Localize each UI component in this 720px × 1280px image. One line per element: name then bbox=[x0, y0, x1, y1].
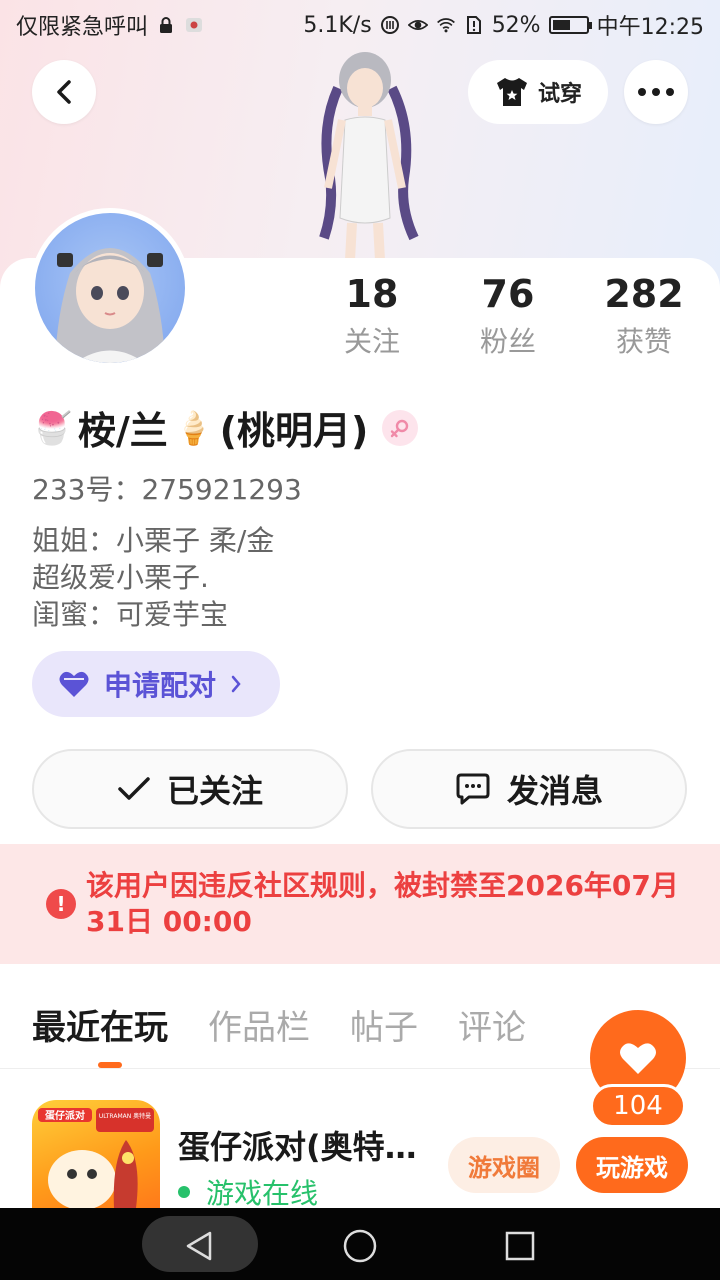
likes-count: 282 bbox=[604, 272, 684, 316]
fans-label: 粉丝 bbox=[479, 325, 536, 358]
chevron-right-icon bbox=[231, 675, 241, 693]
ice-cream-emoji: 🍦 bbox=[173, 408, 214, 447]
followed-button[interactable]: 已关注 bbox=[32, 749, 348, 829]
system-nav-bar bbox=[0, 1208, 720, 1280]
nav-home-icon[interactable] bbox=[342, 1228, 378, 1264]
stat-following[interactable]: 18 关注 bbox=[312, 268, 432, 364]
status-bar: 仅限紧急呼叫 5.1K/s 52% 中午12:25 bbox=[0, 0, 720, 50]
game-icon[interactable]: 蛋仔派对 ULTRAMAN 奥特曼 bbox=[32, 1100, 160, 1208]
send-message-label: 发消息 bbox=[506, 772, 603, 810]
avatar[interactable] bbox=[30, 208, 190, 368]
checkmark-icon bbox=[118, 777, 150, 800]
online-dot-icon bbox=[178, 1186, 190, 1198]
bio-line: 闺蜜：可爱芋宝 bbox=[32, 598, 229, 631]
followed-label: 已关注 bbox=[166, 772, 263, 810]
following-label: 关注 bbox=[343, 325, 400, 358]
carrier-text: 仅限紧急呼叫 bbox=[16, 15, 149, 40]
tab-posts[interactable]: 帖子 bbox=[350, 1000, 418, 1049]
stat-likes[interactable]: 282 获赞 bbox=[584, 268, 704, 364]
back-button[interactable] bbox=[32, 60, 96, 124]
game-title[interactable]: 蛋仔派对(奥特… bbox=[178, 1122, 438, 1168]
likes-label: 获赞 bbox=[615, 325, 672, 358]
tab-recently-played[interactable]: 最近在玩 bbox=[32, 1000, 168, 1068]
clock: 中午12:25 bbox=[596, 15, 704, 40]
bio-line: 姐姐：小栗子 柔/金 bbox=[32, 524, 275, 557]
sim-alert-icon bbox=[466, 16, 481, 34]
bio: 姐姐：小栗子 柔/金 超级爱小栗子. 闺蜜：可爱芋宝 bbox=[32, 522, 274, 633]
ban-notice-text: 该用户因违反社区规则，被封禁至2026年07月31日 00:00 bbox=[86, 869, 679, 938]
tab-comments[interactable]: 评论 bbox=[458, 1000, 526, 1049]
fans-count: 76 bbox=[481, 272, 535, 316]
profile-tabs: 最近在玩 作品栏 帖子 评论 bbox=[32, 1000, 526, 1068]
send-message-button[interactable]: 发消息 bbox=[371, 749, 687, 829]
shaved-ice-emoji: 🍧 bbox=[32, 408, 72, 447]
wifi-icon bbox=[436, 18, 455, 33]
gender-female-icon bbox=[382, 409, 419, 446]
game-circle-label: 游戏圈 bbox=[468, 1153, 540, 1182]
eye-comfort-icon bbox=[407, 20, 428, 30]
like-count-badge: 104 bbox=[590, 1084, 686, 1128]
play-game-button[interactable]: 玩游戏 bbox=[576, 1137, 688, 1193]
lock-icon bbox=[160, 17, 173, 33]
nav-back-icon[interactable] bbox=[184, 1230, 216, 1262]
request-pair-button[interactable]: 申请配对 bbox=[32, 651, 280, 717]
game-icon-image: 蛋仔派对 ULTRAMAN 奥特曼 bbox=[38, 1108, 154, 1208]
username-row: 🍧 桉/兰 🍦 (桃明月) bbox=[32, 400, 419, 455]
alert-icon: ! bbox=[46, 889, 76, 919]
more-options-button[interactable] bbox=[624, 60, 688, 124]
try-on-button[interactable]: 试穿 bbox=[468, 60, 608, 124]
bio-line: 超级爱小栗子. bbox=[32, 561, 209, 594]
more-dots-icon bbox=[638, 88, 674, 96]
svg-text:蛋仔派对: 蛋仔派对 bbox=[45, 1109, 85, 1122]
battery-icon bbox=[548, 16, 592, 34]
ban-notice-banner: ! 该用户因违反社区规则，被封禁至2026年07月31日 00:00 bbox=[0, 844, 720, 964]
game-online-status: 游戏在线 bbox=[178, 1172, 318, 1212]
username: 桉/兰 bbox=[77, 409, 168, 453]
chat-bubble-icon bbox=[456, 773, 490, 805]
character-model-image bbox=[319, 52, 419, 260]
try-on-label: 试穿 bbox=[537, 82, 582, 107]
data-saver-icon bbox=[380, 16, 399, 34]
following-count: 18 bbox=[345, 272, 399, 316]
network-speed: 5.1K/s bbox=[303, 12, 372, 38]
svg-text:ULTRAMAN 奥特曼: ULTRAMAN 奥特曼 bbox=[99, 1112, 151, 1120]
game-circle-button[interactable]: 游戏圈 bbox=[448, 1137, 560, 1193]
nav-recents-icon[interactable] bbox=[504, 1230, 536, 1262]
stat-fans[interactable]: 76 粉丝 bbox=[448, 268, 568, 364]
request-pair-label: 申请配对 bbox=[104, 669, 217, 702]
tshirt-icon bbox=[496, 78, 527, 106]
screen-record-icon bbox=[186, 18, 203, 32]
chevron-left-icon bbox=[57, 80, 71, 104]
username-suffix: (桃明月) bbox=[219, 409, 369, 453]
game-status-text: 游戏在线 bbox=[206, 1177, 319, 1210]
heart-icon bbox=[59, 671, 89, 697]
tab-works[interactable]: 作品栏 bbox=[208, 1000, 310, 1049]
user-id: 233号：275921293 bbox=[32, 473, 302, 506]
battery-percent: 52% bbox=[491, 12, 541, 38]
avatar-image bbox=[55, 248, 165, 363]
heart-icon bbox=[620, 1043, 656, 1074]
play-game-label: 玩游戏 bbox=[596, 1153, 668, 1182]
